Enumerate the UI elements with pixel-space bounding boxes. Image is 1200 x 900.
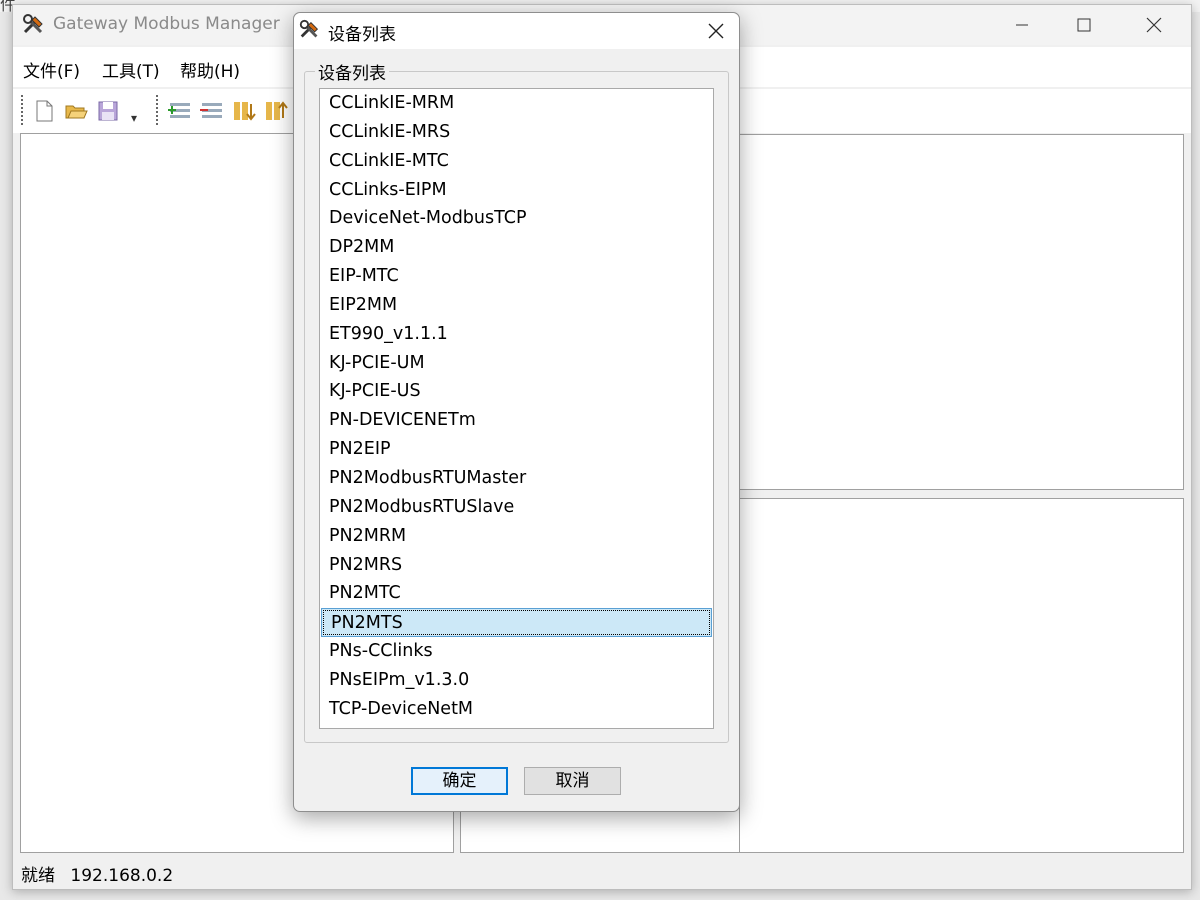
tools-icon	[299, 19, 319, 38]
device-list-item[interactable]: PNsEIPm_v1.3.0	[320, 666, 713, 695]
device-list-item[interactable]: PN-DEVICENETm	[320, 406, 713, 435]
status-bar: 就绪 192.168.0.2	[21, 861, 183, 886]
device-list-group: 设备列表 CCLinkIE-MRM CCLinkIE-MRS CCLinkIE-MT…	[304, 59, 729, 743]
tools-icon	[23, 14, 43, 34]
device-list-item[interactable]: PN2ModbusRTUMaster	[320, 464, 713, 493]
device-list-item[interactable]: CCLinkIE-MTC	[320, 147, 713, 176]
device-list-item[interactable]: ET990_v1.1.1	[320, 320, 713, 349]
device-list-item[interactable]: PN2MTC	[320, 579, 713, 608]
menu-help[interactable]: 帮助(H)	[180, 57, 240, 82]
device-list-item[interactable]: DP2MM	[320, 233, 713, 262]
move-down-icon[interactable]	[231, 98, 257, 124]
minimize-icon	[1016, 24, 1028, 26]
dialog-close-button[interactable]	[699, 15, 733, 47]
device-list-item[interactable]: KJ-PCIE-US	[320, 377, 713, 406]
close-icon	[1146, 17, 1162, 33]
device-list-item[interactable]: CCLinkIE-MRM	[320, 89, 713, 118]
delete-row-icon[interactable]	[199, 98, 225, 124]
cancel-button[interactable]: 取消	[524, 767, 621, 795]
status-text: 就绪	[21, 866, 55, 886]
right-top-pane[interactable]	[739, 134, 1184, 490]
device-list-item[interactable]: CCLinkIE-MRS	[320, 118, 713, 147]
right-bottom-pane[interactable]	[739, 498, 1184, 853]
device-list-item[interactable]: TCP-DeviceNetM	[320, 695, 713, 724]
toolbar-overflow-icon[interactable]: ▾	[131, 111, 137, 125]
dialog-titlebar[interactable]: 设备列表	[294, 13, 739, 49]
device-list-item[interactable]: KJ-PCIE-UM	[320, 349, 713, 378]
move-up-icon[interactable]	[263, 98, 289, 124]
device-list-item[interactable]: EIP-MTC	[320, 262, 713, 291]
menu-tools[interactable]: 工具(T)	[102, 57, 160, 82]
toolbar-grip[interactable]	[21, 95, 23, 125]
close-button[interactable]	[1131, 5, 1177, 45]
device-list-item[interactable]: CCLinks-EIPM	[320, 176, 713, 205]
device-list-item[interactable]: DeviceNet-ModbusTCP	[320, 204, 713, 233]
group-label: 设备列表	[315, 59, 389, 84]
device-list-item[interactable]: PNs-CClinks	[320, 637, 713, 666]
device-list-dialog: 设备列表 设备列表 CCLinkIE-MRM CCLinkIE-MRS CCLink…	[293, 12, 740, 812]
device-list-item[interactable]: EIP2MM	[320, 291, 713, 320]
app-title: Gateway Modbus Manager	[53, 14, 280, 34]
device-list-item[interactable]: PN2MTS	[321, 608, 712, 638]
dialog-title: 设备列表	[328, 25, 396, 45]
ok-button[interactable]: 确定	[411, 767, 508, 795]
status-ip: 192.168.0.2	[70, 866, 174, 886]
add-row-icon[interactable]	[167, 98, 193, 124]
device-list-item[interactable]: PN2ModbusRTUSlave	[320, 493, 713, 522]
menu-file[interactable]: 文件(F)	[23, 57, 80, 82]
device-listbox[interactable]: CCLinkIE-MRM CCLinkIE-MRS CCLinkIE-MTC CCLi…	[319, 88, 714, 729]
device-list-item[interactable]: PN2EIP	[320, 435, 713, 464]
maximize-button[interactable]	[1061, 5, 1107, 45]
close-icon	[708, 23, 724, 39]
open-folder-icon[interactable]	[63, 98, 89, 124]
new-file-icon[interactable]	[31, 98, 57, 124]
toolbar-separator	[156, 95, 158, 125]
maximize-icon	[1077, 18, 1091, 32]
minimize-button[interactable]	[999, 5, 1045, 45]
device-list-item[interactable]: PN2MRS	[320, 551, 713, 580]
device-list-item[interactable]: PN2MRM	[320, 522, 713, 551]
save-icon[interactable]	[95, 98, 121, 124]
